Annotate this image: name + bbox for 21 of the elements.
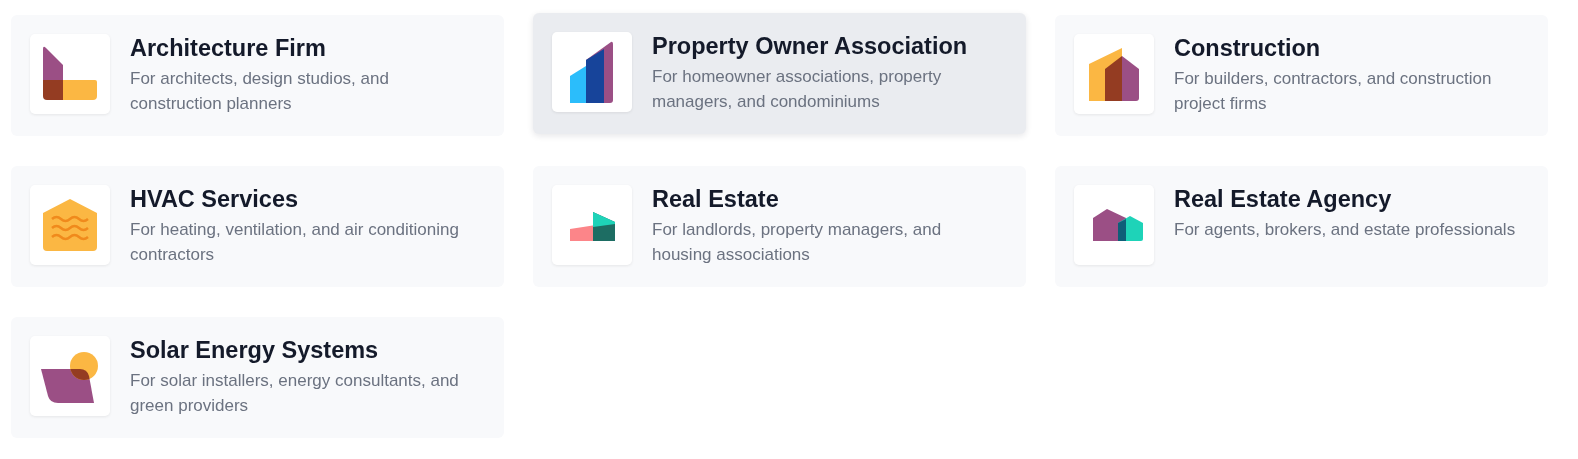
card-title: Real Estate — [652, 186, 780, 213]
card-title: Property Owner Association — [652, 33, 969, 60]
card-description: For solar installers, energy consultants, and green providers — [130, 370, 460, 417]
card-description: For homeowner associations, property managers, and condominiums — [652, 66, 943, 113]
card-description: For heating, ventilation, and air conditioning contractors — [130, 219, 460, 266]
category-card[interactable]: Real Estate For landlords, property managers, and housing associations — [533, 166, 1026, 287]
category-card[interactable]: Property Owner Association For homeowner associations, property managers, and condominiums — [533, 13, 1026, 134]
category-card[interactable]: Solar Energy Systems For solar installers, energy consultants, and green providers — [11, 317, 504, 438]
card-title: Solar Energy Systems — [130, 337, 380, 364]
category-card[interactable]: Architecture Firm For architects, design studios, and construction planners — [11, 15, 504, 136]
card-description: For agents, brokers, and estate professionals — [1174, 219, 1516, 241]
card-description: For landlords, property managers, and housing associations — [652, 219, 943, 266]
card-title: HVAC Services — [130, 186, 300, 213]
category-card[interactable]: Real Estate Agency For agents, brokers, and estate professionals — [1055, 166, 1548, 287]
category-card[interactable]: HVAC Services For heating, ventilation, and air conditioning contractors — [11, 166, 504, 287]
card-title: Architecture Firm — [130, 35, 327, 62]
card-title: Construction — [1174, 35, 1322, 62]
card-title: Real Estate Agency — [1174, 186, 1393, 213]
card-description: For builders, contractors, and construction project firms — [1174, 68, 1493, 115]
category-card[interactable]: Construction For builders, contractors, and construction project firms — [1055, 15, 1548, 136]
card-description: For architects, design studios, and construction planners — [130, 68, 390, 115]
